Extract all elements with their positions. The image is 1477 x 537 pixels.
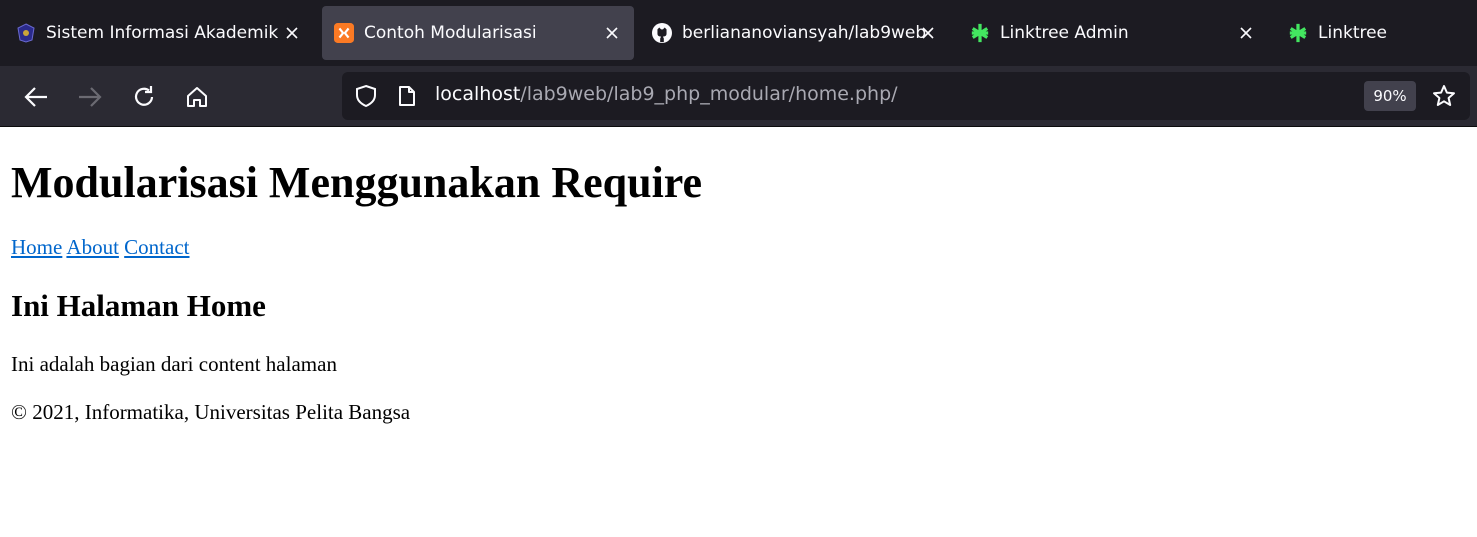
nav-link-contact[interactable]: Contact	[124, 235, 189, 259]
section-title: Ini Halaman Home	[11, 288, 266, 323]
zoom-indicator[interactable]: 90%	[1364, 81, 1416, 111]
close-tab-icon[interactable]	[1236, 23, 1256, 43]
reload-icon	[134, 86, 154, 106]
back-button[interactable]	[18, 79, 54, 115]
close-tab-icon[interactable]	[918, 23, 938, 43]
bookmark-star-icon[interactable]	[1432, 84, 1456, 108]
tab-title: Contoh Modularisasi	[364, 23, 537, 43]
page-icon[interactable]	[397, 85, 417, 107]
tab-title: berliananoviansyah/lab9web	[682, 23, 927, 43]
tab-contoh-modularisasi[interactable]: Contoh Modularisasi	[322, 6, 634, 60]
footer-text: © 2021, Informatika, Universitas Pelita …	[11, 400, 411, 424]
tab-title: Sistem Informasi Akademik	[46, 23, 279, 43]
forward-arrow-icon	[79, 87, 102, 107]
forward-button[interactable]	[72, 79, 108, 115]
nav-link-about[interactable]: About	[66, 235, 119, 259]
home-button[interactable]	[179, 79, 215, 115]
home-icon	[187, 87, 207, 107]
tab-linktree-admin[interactable]: Linktree Admin	[958, 6, 1268, 60]
back-arrow-icon	[24, 87, 47, 107]
url-bar[interactable]: localhost/lab9web/lab9_php_modular/home.…	[342, 72, 1470, 120]
tab-linktree[interactable]: Linktree	[1276, 6, 1477, 60]
tab-title: Linktree Admin	[1000, 23, 1129, 43]
close-tab-icon[interactable]	[602, 23, 622, 43]
url-host: localhost	[435, 83, 521, 105]
linktree-icon	[970, 23, 990, 43]
linktree-icon	[1288, 23, 1308, 43]
nav-link-home[interactable]: Home	[11, 235, 62, 259]
url-text[interactable]: localhost/lab9web/lab9_php_modular/home.…	[435, 83, 898, 105]
xampp-icon	[334, 23, 354, 43]
tab-github[interactable]: berliananoviansyah/lab9web	[640, 6, 950, 60]
tab-siakad[interactable]: Sistem Informasi Akademik	[4, 6, 314, 60]
university-logo-icon	[16, 23, 36, 43]
tab-title: Linktree	[1318, 23, 1388, 43]
close-tab-icon[interactable]	[282, 23, 302, 43]
navigation-toolbar: localhost/lab9web/lab9_php_modular/home.…	[0, 66, 1477, 127]
github-icon	[652, 23, 672, 43]
shield-icon[interactable]	[354, 84, 378, 108]
reload-button[interactable]	[126, 79, 162, 115]
tab-strip: Sistem Informasi Akademik Contoh Modular…	[0, 0, 1477, 66]
url-path: /lab9web/lab9_php_modular/home.php/	[520, 83, 898, 105]
page-title: Modularisasi Menggunakan Require	[11, 158, 703, 207]
nav-menu: Home About Contact	[11, 235, 190, 260]
content-text: Ini adalah bagian dari content halaman	[11, 352, 337, 376]
